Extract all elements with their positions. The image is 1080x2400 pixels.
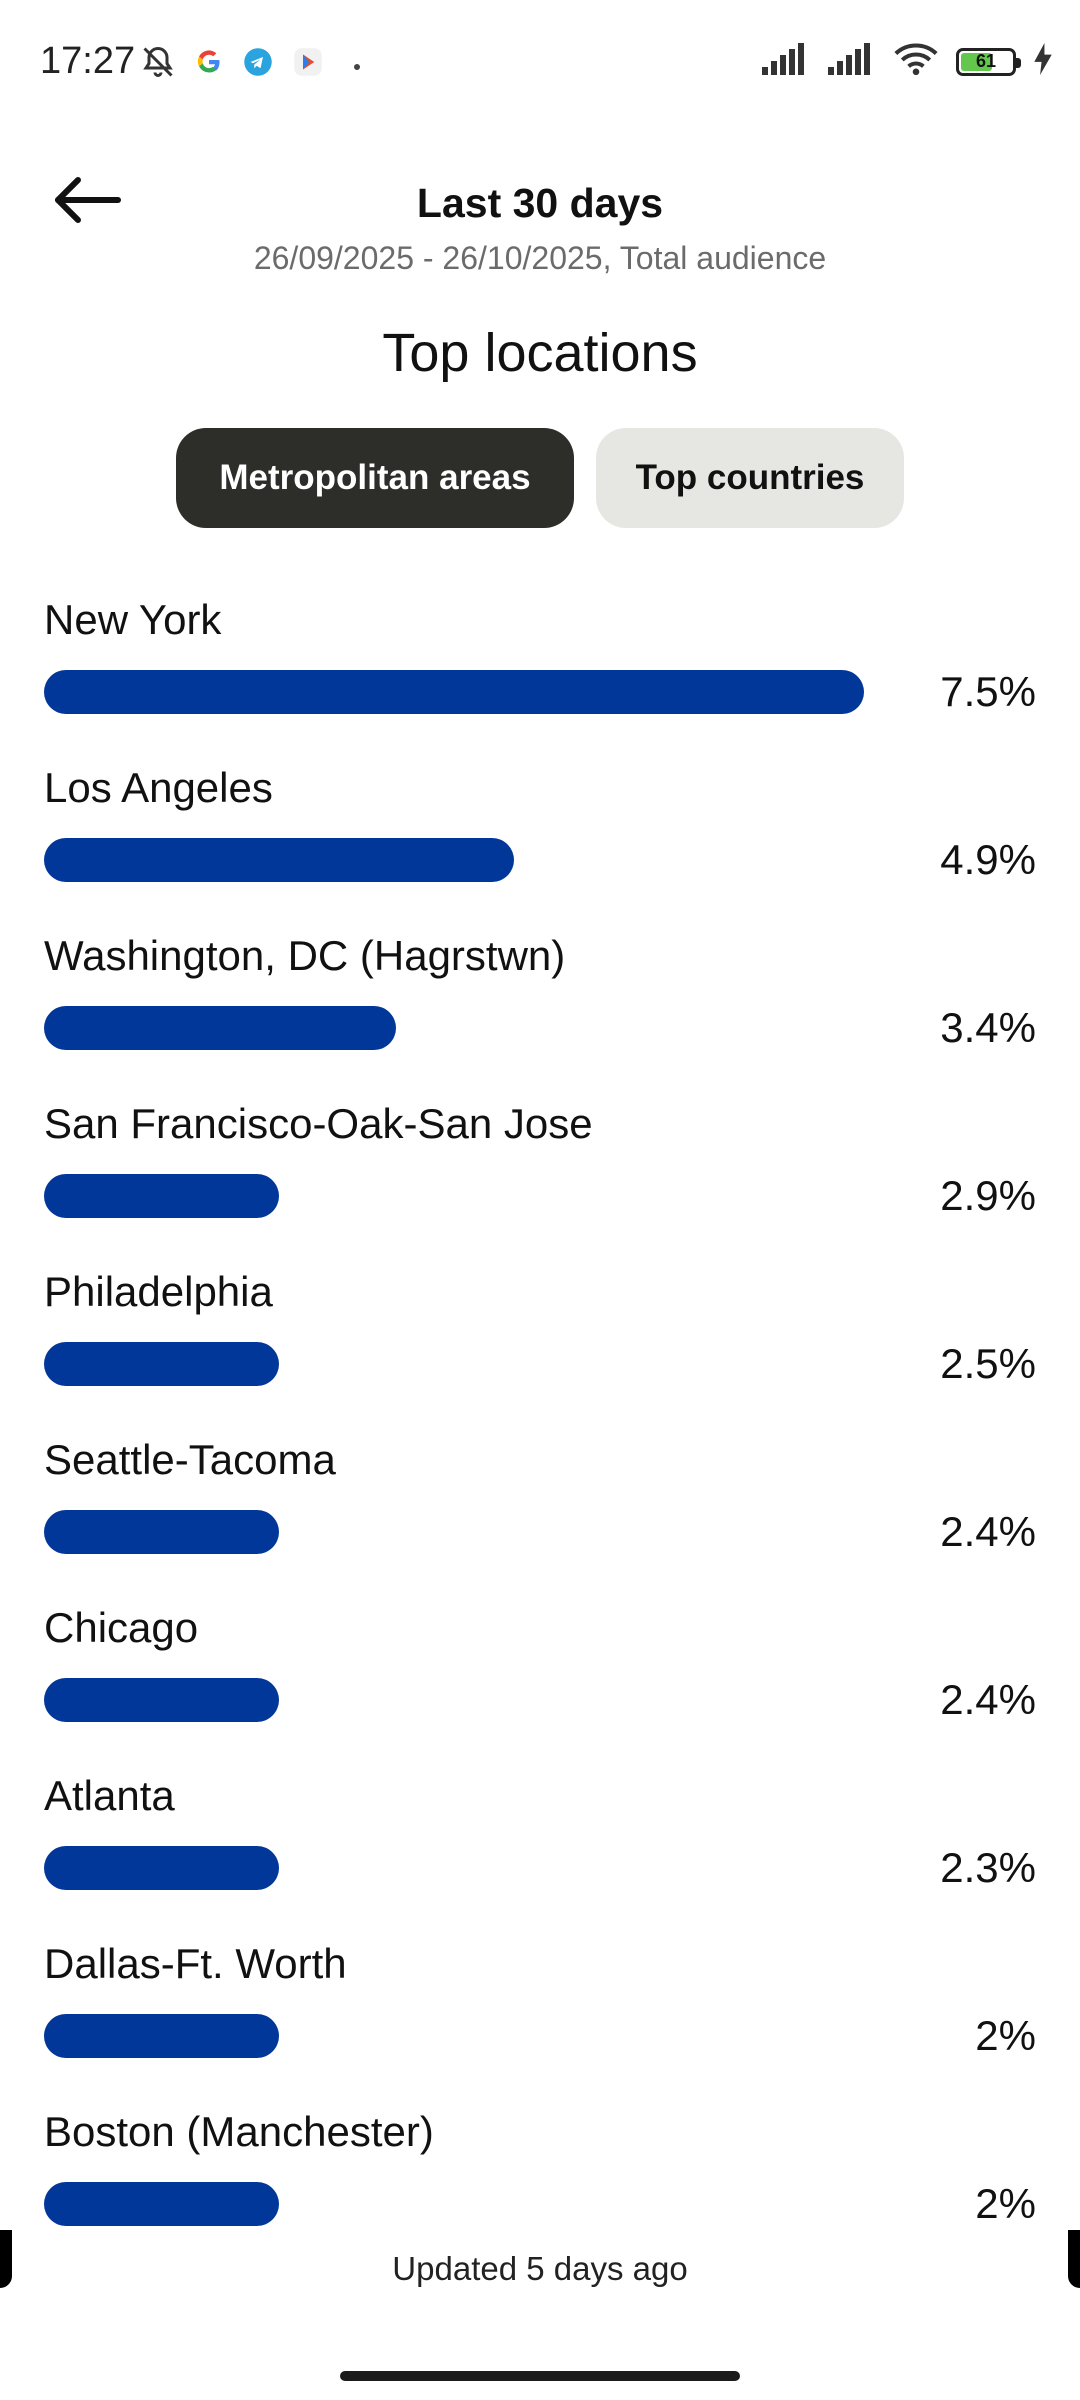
- list-item: Los Angeles 4.9%: [0, 758, 1080, 926]
- location-name: Washington, DC (Hagrstwn): [44, 932, 566, 979]
- percentage-bar: [44, 2182, 279, 2226]
- dot-icon: [353, 58, 361, 76]
- percentage-bar: [44, 1006, 396, 1050]
- locations-list: New York 7.5% Los Angeles 4.9% Washingto…: [0, 590, 1080, 2270]
- page-title: Last 30 days: [416, 180, 664, 226]
- section-title: Top locations: [382, 323, 698, 383]
- google-icon: [195, 48, 223, 81]
- location-name: Philadelphia: [44, 1268, 273, 1315]
- location-percent: 2.4%: [940, 1508, 1036, 1555]
- location-percent: 2%: [975, 2180, 1036, 2227]
- home-indicator[interactable]: [340, 2371, 740, 2381]
- status-time: 17:27: [40, 40, 136, 82]
- signal-icon: [828, 43, 876, 80]
- notifications-off-icon: [140, 44, 176, 85]
- location-name: Dallas-Ft. Worth: [44, 1940, 347, 1987]
- location-name: San Francisco-Oak-San Jose: [44, 1100, 593, 1147]
- location-name: New York: [44, 596, 222, 643]
- location-percent: 2.4%: [940, 1676, 1036, 1723]
- telegram-icon: [243, 47, 273, 82]
- percentage-bar: [44, 1846, 279, 1890]
- charging-icon: [1034, 43, 1052, 80]
- battery-icon: 61: [956, 47, 1021, 76]
- location-percent: 7.5%: [940, 668, 1036, 715]
- percentage-bar: [44, 670, 864, 714]
- list-item: Washington, DC (Hagrstwn) 3.4%: [0, 926, 1080, 1094]
- list-item: Seattle-Tacoma 2.4%: [0, 1430, 1080, 1598]
- location-name: Los Angeles: [44, 764, 273, 811]
- play-icon: [293, 47, 323, 82]
- location-percent: 2.5%: [940, 1340, 1036, 1387]
- list-item: San Francisco-Oak-San Jose 2.9%: [0, 1094, 1080, 1262]
- location-name: Boston (Manchester): [44, 2108, 434, 2155]
- tab-top-countries[interactable]: Top countries: [596, 428, 904, 528]
- list-item: Chicago 2.4%: [0, 1598, 1080, 1766]
- battery-level: 61: [975, 51, 997, 71]
- location-percent: 4.9%: [940, 836, 1036, 883]
- percentage-bar: [44, 1174, 279, 1218]
- updated-note: Updated 5 days ago: [392, 2250, 688, 2287]
- status-right-cluster: 61: [762, 42, 1052, 81]
- list-item: Philadelphia 2.5%: [0, 1262, 1080, 1430]
- percentage-bar: [44, 1510, 279, 1554]
- location-percent: 3.4%: [940, 1004, 1036, 1051]
- percentage-bar: [44, 838, 514, 882]
- location-name: Seattle-Tacoma: [44, 1436, 336, 1483]
- location-name: Atlanta: [44, 1772, 175, 1819]
- percentage-bar: [44, 1678, 279, 1722]
- tab-metropolitan-areas[interactable]: Metropolitan areas: [176, 428, 574, 528]
- location-percent: 2%: [975, 2012, 1036, 2059]
- location-percent: 2.9%: [940, 1172, 1036, 1219]
- wifi-icon: [894, 42, 938, 81]
- percentage-bar: [44, 2014, 279, 2058]
- list-item: Dallas-Ft. Worth 2%: [0, 1934, 1080, 2102]
- signal-icon: [762, 43, 810, 80]
- list-item: New York 7.5%: [0, 590, 1080, 758]
- list-item: Boston (Manchester) 2%: [0, 2102, 1080, 2270]
- percentage-bar: [44, 1342, 279, 1386]
- list-item: Atlanta 2.3%: [0, 1766, 1080, 1934]
- location-name: Chicago: [44, 1604, 199, 1651]
- status-bar: 17:27 61: [0, 0, 1080, 130]
- location-tabs: Metropolitan areas Top countries: [0, 428, 1080, 528]
- location-percent: 2.3%: [940, 1844, 1036, 1891]
- date-range-subtitle: 26/09/2025 - 26/10/2025, Total audience: [253, 240, 827, 276]
